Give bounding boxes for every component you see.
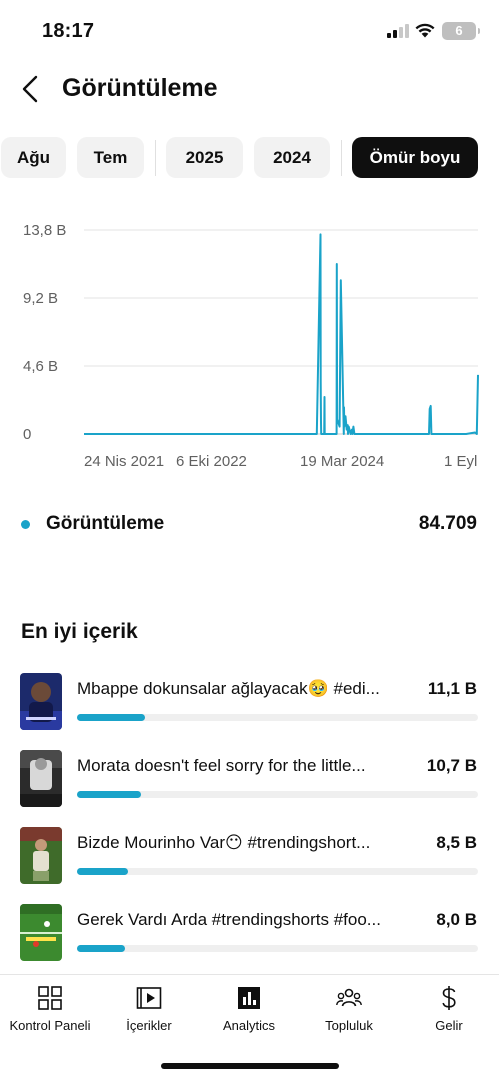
list-item[interactable]: Gerek Vardı Arda #trendingshorts #foo...… — [0, 901, 499, 961]
video-thumbnail — [20, 750, 62, 807]
video-thumbnail — [20, 904, 62, 961]
nav-item-dashboard[interactable]: Kontrol Paneli — [0, 985, 100, 1037]
nav-item-analytics[interactable]: Analytics — [199, 985, 299, 1037]
content-title: Bizde Mourinho Var😶 #trendingshort... — [77, 833, 371, 852]
views-chart: 13,8 B 9,2 B 4,6 B 0 24 Nis 2021 6 Eki 2022 19… — [0, 212, 499, 482]
share-bar-fill — [77, 714, 146, 721]
header: Görüntüleme — [0, 64, 499, 114]
x-tick-label: 24 Nis 2021 — [84, 453, 164, 470]
metric-label: Görüntüleme — [46, 513, 165, 534]
home-indicator — [161, 1063, 339, 1069]
share-bar-track — [77, 714, 478, 721]
top-content-title: En iyi içerik — [21, 620, 138, 643]
nav-label: Analytics — [222, 1018, 276, 1033]
content-views: 8,0 B — [436, 910, 477, 929]
wifi-icon — [415, 23, 435, 38]
y-tick-label: 9,2 B — [23, 290, 58, 307]
back-arrow-icon[interactable] — [14, 72, 48, 106]
nav-label: Kontrol Paneli — [9, 1018, 91, 1033]
views-series-line — [84, 233, 479, 435]
nav-item-community[interactable]: Topluluk — [299, 985, 399, 1037]
x-tick-label: 19 Mar 2024 — [300, 453, 384, 470]
views-line-chart: 13,8 B 9,2 B 4,6 B 0 24 Nis 2021 6 Eki 2022 19… — [23, 222, 479, 470]
content-title: Morata doesn't feel sorry for the little… — [77, 756, 366, 775]
community-icon — [336, 988, 362, 1007]
chip-year-2025[interactable]: 2025 — [166, 137, 243, 178]
list-item[interactable]: Bizde Mourinho Var😶 #trendingshort... 8,… — [0, 824, 499, 884]
nav-label: İçerikler — [126, 1018, 172, 1033]
status-time: 18:17 — [42, 20, 95, 42]
page-title: Görüntüleme — [62, 74, 218, 102]
chip-month-jul[interactable]: Tem — [77, 137, 144, 178]
x-tick-label: 1 Eyl — [444, 453, 477, 470]
series-legend-dot — [21, 520, 30, 529]
list-item[interactable]: Mbappe dokunsalar ağlayacak🥹 #edi... 11,… — [0, 670, 499, 730]
cellular-signal-icon — [387, 24, 409, 38]
dashboard-icon — [38, 986, 62, 1010]
nav-item-content[interactable]: İçerikler — [99, 985, 199, 1037]
nav-label: Topluluk — [325, 1018, 373, 1033]
list-item[interactable]: Morata doesn't feel sorry for the little… — [0, 747, 499, 807]
chip-year-2024[interactable]: 2024 — [254, 137, 330, 178]
y-tick-label: 13,8 B — [23, 222, 66, 239]
content-title: Gerek Vardı Arda #trendingshorts #foo... — [77, 910, 381, 929]
y-tick-label: 0 — [23, 426, 31, 443]
chip-lifetime[interactable]: Ömür boyu — [352, 137, 478, 178]
content-views: 11,1 B — [427, 679, 477, 698]
y-tick-label: 4,6 B — [23, 358, 58, 375]
battery-icon: 6 — [442, 22, 480, 40]
content-icon — [136, 987, 162, 1009]
share-bar-fill — [77, 791, 142, 798]
nav-label: Gelir — [435, 1018, 463, 1033]
content-views: 10,7 B — [426, 756, 477, 775]
period-chips: Ağu Tem 2025 2024 Ömür boyu — [0, 137, 499, 179]
chip-divider — [341, 140, 342, 176]
share-bar-track — [77, 868, 478, 875]
status-bar: 18:17 6 — [0, 0, 499, 60]
content-views: 8,5 B — [436, 833, 477, 852]
share-bar-track — [77, 791, 478, 798]
dollar-icon — [442, 986, 456, 1010]
analytics-icon — [238, 987, 260, 1009]
share-bar-fill — [77, 868, 128, 875]
share-bar-track — [77, 945, 478, 952]
chip-divider — [155, 140, 156, 176]
metric-row: Görüntüleme 84.709 — [0, 508, 499, 542]
video-thumbnail — [20, 673, 62, 730]
nav-item-earn[interactable]: Gelir — [399, 985, 499, 1037]
chip-month-aug[interactable]: Ağu — [1, 137, 66, 178]
video-thumbnail — [20, 827, 62, 884]
content-title: Mbappe dokunsalar ağlayacak🥹 #edi... — [77, 679, 380, 698]
metric-value: 84.709 — [418, 513, 477, 534]
share-bar-fill — [77, 945, 126, 952]
x-tick-label: 6 Eki 2022 — [176, 453, 247, 470]
